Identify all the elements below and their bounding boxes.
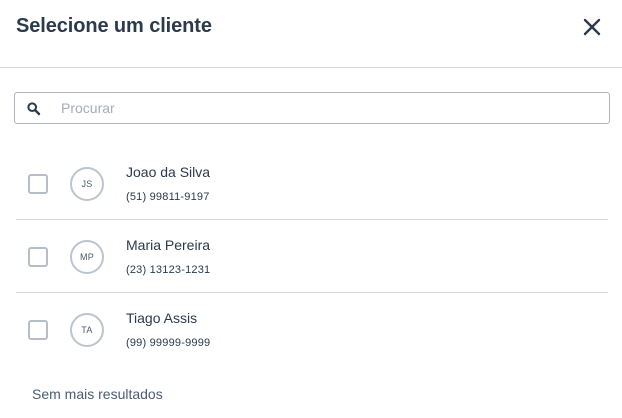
client-row[interactable]: MP Maria Pereira (23) 13123-1231 <box>16 220 608 293</box>
client-phone: (23) 13123-1231 <box>126 264 211 276</box>
select-client-modal: Selecione um cliente JS Joao da Silva (5… <box>0 0 622 418</box>
client-row[interactable]: JS Joao da Silva (51) 99811-9197 <box>16 147 608 220</box>
search-input[interactable] <box>61 94 601 122</box>
search-box <box>14 92 610 124</box>
client-checkbox[interactable] <box>28 320 48 340</box>
client-name: Maria Pereira <box>126 237 211 253</box>
client-checkbox[interactable] <box>28 247 48 267</box>
modal-header: Selecione um cliente <box>0 0 622 68</box>
avatar: MP <box>70 240 104 274</box>
search-icon <box>27 102 41 116</box>
avatar: TA <box>70 313 104 347</box>
client-row[interactable]: TA Tiago Assis (99) 99999-9999 <box>16 293 608 366</box>
modal-title: Selecione um cliente <box>16 15 212 37</box>
client-checkbox[interactable] <box>28 174 48 194</box>
avatar: JS <box>70 167 104 201</box>
close-icon <box>583 18 601 36</box>
client-phone: (51) 99811-9197 <box>126 191 210 203</box>
client-list: JS Joao da Silva (51) 99811-9197 MP Mari… <box>16 147 608 366</box>
client-phone: (99) 99999-9999 <box>126 337 211 349</box>
close-button[interactable] <box>580 15 604 39</box>
client-name: Tiago Assis <box>126 310 198 326</box>
client-name: Joao da Silva <box>126 164 211 180</box>
no-more-results-text: Sem mais resultados <box>32 386 163 402</box>
